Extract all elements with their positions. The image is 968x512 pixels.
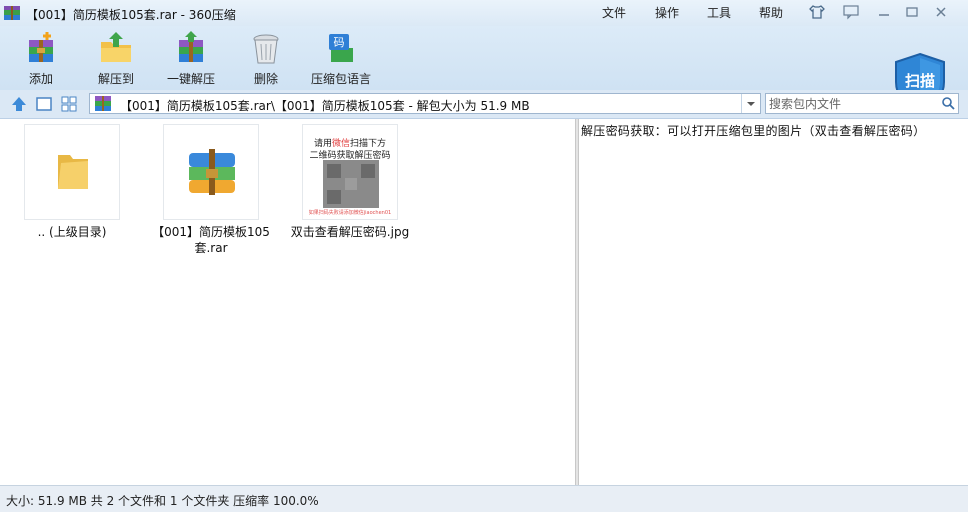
delete-label: 删除 xyxy=(253,72,278,86)
file-name: 双击查看解压密码.jpg xyxy=(290,225,410,239)
archive-comment-text: 解压密码获取：可以打开压缩包里的图片（双击查看解压密码） xyxy=(581,124,926,138)
file-name: 【001】简历模板105套.rar xyxy=(152,225,270,255)
file-thumbnail xyxy=(24,124,120,220)
menu-operation[interactable]: 操作 xyxy=(655,4,679,21)
extract-to-button[interactable]: 解压到 xyxy=(89,26,143,90)
close-icon[interactable] xyxy=(932,4,950,20)
delete-button[interactable]: 删除 xyxy=(240,26,292,90)
one-click-extract-label: 一键解压 xyxy=(166,72,215,86)
file-thumbnail: 请用微信扫描下方 二维码获取解压密码 如果扫码失败请添加微信jiaochen01 xyxy=(302,124,398,220)
window-title: 【001】简历模板105套.rar - 360压缩 xyxy=(26,8,236,22)
search-icon[interactable] xyxy=(941,96,955,110)
add-button[interactable]: 添加 xyxy=(14,26,68,90)
skin-shirt-icon[interactable] xyxy=(808,4,826,20)
path-dropdown-button[interactable] xyxy=(741,94,760,113)
maximize-icon[interactable] xyxy=(903,4,921,20)
menu-file[interactable]: 文件 xyxy=(602,4,626,21)
search-input[interactable] xyxy=(769,95,935,112)
up-arrow-icon[interactable] xyxy=(10,95,28,113)
folder-icon xyxy=(58,155,88,189)
file-name: .. (上级目录) xyxy=(37,225,107,239)
menu-help[interactable]: 帮助 xyxy=(759,4,783,21)
comment-pane: 解压密码获取：可以打开压缩包里的图片（双击查看解压密码） xyxy=(579,119,968,485)
status-bar: 大小: 51.9 MB 共 2 个文件和 1 个文件夹 压缩率 100.0% xyxy=(0,485,968,512)
menu-tools[interactable]: 工具 xyxy=(707,4,731,21)
file-item-rar-archive[interactable]: 【001】简历模板105套.rar xyxy=(141,124,281,264)
extract-to-icon xyxy=(101,32,131,62)
search-box[interactable] xyxy=(765,93,959,114)
file-thumbnail xyxy=(163,124,259,220)
chevron-down-icon xyxy=(747,102,755,106)
svg-text:码: 码 xyxy=(334,36,345,49)
feedback-icon[interactable] xyxy=(842,4,860,20)
trash-icon xyxy=(253,34,279,64)
add-archive-icon xyxy=(29,32,53,62)
path-field[interactable]: 【001】简历模板105套.rar\【001】简历模板105套 - 解包大小为 … xyxy=(89,93,761,114)
file-item-parent-folder[interactable]: .. (上级目录) xyxy=(2,124,142,264)
one-click-extract-button[interactable]: 一键解压 xyxy=(160,26,222,90)
archive-path-icon xyxy=(95,96,111,111)
app-icon xyxy=(4,6,20,20)
status-text: 大小: 51.9 MB 共 2 个文件和 1 个文件夹 压缩率 100.0% xyxy=(6,494,319,508)
small-icon-view-icon[interactable] xyxy=(60,95,78,113)
path-text: 【001】简历模板105套.rar\【001】简历模板105套 - 解包大小为 … xyxy=(120,99,530,113)
qr-footer-text: 如果扫码失败请添加微信jiaochen01 xyxy=(308,210,392,216)
title-bar: 【001】简历模板105套.rar - 360压缩 文件 操作 工具 帮助 xyxy=(0,0,968,26)
archive-language-icon: 码 xyxy=(329,34,353,62)
one-click-extract-icon xyxy=(179,31,203,62)
minimize-icon[interactable] xyxy=(875,4,893,20)
toolbar: 添加 解压到 一键解压 删除 码 压缩包语言 扫描 xyxy=(0,26,968,114)
rar-archive-icon xyxy=(189,149,235,195)
extract-to-label: 解压到 xyxy=(97,72,134,86)
file-item-password-image[interactable]: 请用微信扫描下方 二维码获取解压密码 如果扫码失败请添加微信jiaochen01… xyxy=(280,124,420,264)
large-icon-view-icon[interactable] xyxy=(35,95,53,113)
archive-language-button[interactable]: 码 压缩包语言 xyxy=(309,26,373,90)
scan-label: 扫描 xyxy=(904,72,935,90)
archive-language-label: 压缩包语言 xyxy=(310,72,371,86)
add-button-label: 添加 xyxy=(28,72,53,86)
blurred-qr-code xyxy=(323,160,379,208)
